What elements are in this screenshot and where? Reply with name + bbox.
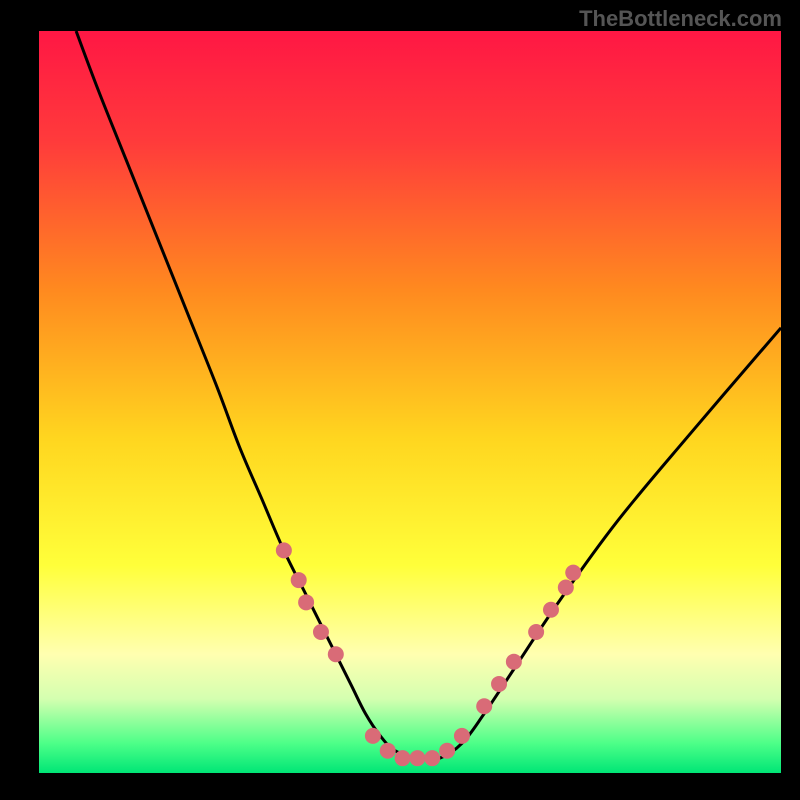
highlight-point	[291, 572, 307, 588]
highlight-point	[298, 594, 314, 610]
highlight-point	[476, 698, 492, 714]
highlight-point	[491, 676, 507, 692]
highlight-point	[543, 602, 559, 618]
highlight-point	[395, 750, 411, 766]
chart-background	[39, 31, 781, 773]
highlight-point	[313, 624, 329, 640]
highlight-point	[365, 728, 381, 744]
highlight-point	[565, 565, 581, 581]
highlight-point	[409, 750, 425, 766]
highlight-point	[528, 624, 544, 640]
highlight-point	[454, 728, 470, 744]
chart-container	[39, 31, 781, 773]
highlight-point	[439, 743, 455, 759]
highlight-point	[276, 542, 292, 558]
highlight-point	[328, 646, 344, 662]
highlight-point	[558, 580, 574, 596]
highlight-point	[506, 654, 522, 670]
highlight-point	[380, 743, 396, 759]
chart-svg	[39, 31, 781, 773]
highlight-point	[424, 750, 440, 766]
watermark-text: TheBottleneck.com	[579, 6, 782, 32]
